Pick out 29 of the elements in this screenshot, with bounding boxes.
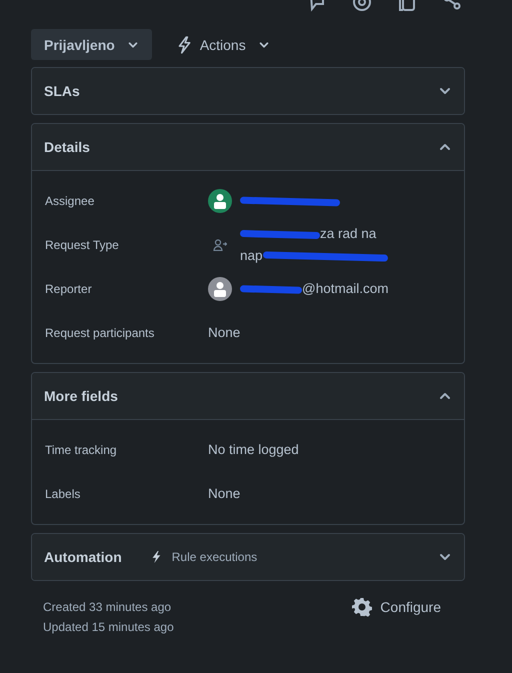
field-label: Assignee	[45, 194, 96, 208]
panel-header[interactable]: More fields	[32, 373, 464, 419]
lightning-icon	[150, 549, 162, 565]
panel-title: SLAs	[44, 83, 80, 99]
status-button[interactable]: Prijavljeno	[31, 29, 152, 60]
panel-title: More fields	[44, 388, 118, 404]
panel-title: Details	[44, 139, 90, 155]
field-value: No time logged	[208, 441, 299, 459]
panel-subtitle: Rule executions	[172, 550, 258, 564]
lightning-icon	[176, 36, 192, 54]
panel-header[interactable]: Automation Rule executions	[32, 534, 464, 580]
panel-header[interactable]: Details	[32, 124, 464, 170]
field-value: None	[208, 324, 240, 342]
updated-time: Updated 15 minutes ago	[43, 620, 174, 634]
field-label: Request Type	[45, 238, 120, 252]
field-label: Labels	[45, 487, 82, 501]
panel-title: Automation	[44, 549, 122, 565]
field-value: nap	[240, 247, 263, 265]
field-label: Time tracking	[45, 443, 118, 457]
panel-header[interactable]: SLAs	[32, 68, 464, 114]
actions-button[interactable]: Actions	[164, 29, 282, 60]
field-value: @hotmail.com	[302, 280, 388, 298]
field-value: None	[208, 485, 240, 503]
field-label: Request participants	[45, 326, 156, 340]
settings-icon	[352, 597, 372, 617]
field-label: Reporter	[45, 282, 93, 296]
created-time: Created 33 minutes ago	[43, 600, 172, 614]
configure-button[interactable]: Configure	[340, 597, 453, 617]
field-value: za rad na	[320, 225, 376, 243]
